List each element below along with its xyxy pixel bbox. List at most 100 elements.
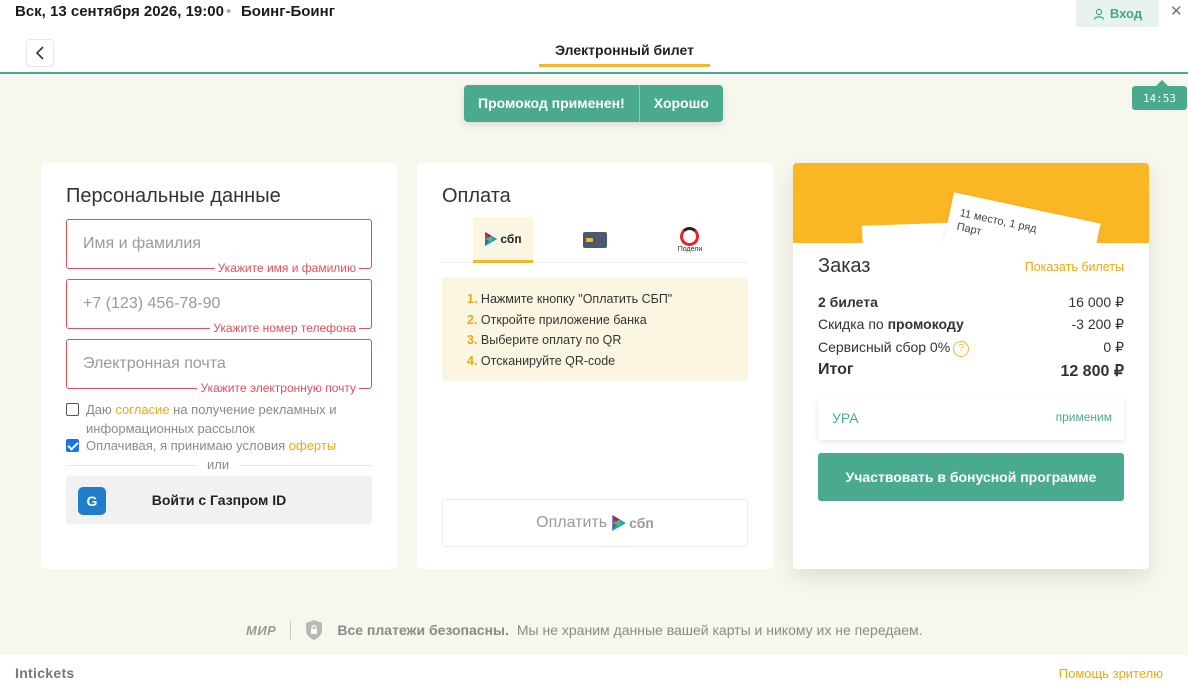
- user-icon: [1093, 8, 1105, 20]
- sbp-icon: [485, 231, 498, 246]
- offer-row: Оплачивая, я принимаю условия оферты: [66, 436, 372, 455]
- toast-ok-button[interactable]: Хорошо: [640, 85, 723, 122]
- step-1-text: Нажмите кнопку "Оплатить СБП": [480, 292, 673, 306]
- step-2-text: Откройте приложение банка: [480, 312, 647, 327]
- offer-text: Оплачивая, я принимаю условия оферты: [66, 436, 372, 455]
- toast-message: Промокод применен!: [478, 95, 625, 111]
- discount-label: Скидка по промокоду: [818, 316, 964, 333]
- event-name: Боинг-Боинг: [241, 3, 335, 20]
- security-bold: Все платежи безопасны.: [337, 622, 509, 638]
- brand-logo[interactable]: Intickets: [15, 665, 75, 681]
- tab-electronic-ticket[interactable]: Электронный билет: [539, 42, 710, 67]
- tickets-value: 16 000 ₽: [1068, 294, 1124, 310]
- step-4-number: 4.: [467, 353, 478, 368]
- phone-error: Укажите номер телефона: [210, 321, 359, 335]
- tab-podeli[interactable]: Подели: [660, 217, 720, 263]
- step-2: 2. Откройте приложение банка: [467, 310, 748, 331]
- sbp-label: сбп: [500, 231, 522, 246]
- step-3-text: Выберите оплату по QR: [480, 333, 622, 347]
- payment-method-tabs: сбп Подели: [442, 217, 748, 263]
- fee-label: Сервисный сбор 0%?: [818, 339, 970, 357]
- step-1-number: 1.: [467, 292, 478, 306]
- offer-prefix: Оплачивая, я принимаю условия: [86, 438, 289, 453]
- email-error: Укажите электронную почту: [197, 381, 359, 395]
- fee-value: 0 ₽: [1103, 339, 1124, 355]
- offer-checkbox[interactable]: [66, 439, 79, 452]
- order-row-fee: Сервисный сбор 0%? 0 ₽: [818, 339, 1124, 357]
- bank-card-icon: [583, 232, 607, 248]
- order-title: Заказ: [818, 255, 871, 277]
- order-row-total: Итог 12 800 ₽: [818, 361, 1124, 381]
- sbp-icon: [612, 515, 626, 531]
- countdown-timer: 14:53: [1132, 80, 1187, 110]
- sbp-instructions: 1. Нажмите кнопку "Оплатить СБП" 2. Откр…: [442, 277, 748, 381]
- discount-value: -3 200 ₽: [1071, 316, 1125, 332]
- payment-title: Оплата: [442, 185, 511, 207]
- pay-brand: сбп: [629, 515, 654, 531]
- consent-link[interactable]: согласие: [115, 402, 169, 417]
- step-3: 3. Выберите оплату по QR: [467, 330, 748, 351]
- personal-title: Персональные данные: [66, 185, 281, 207]
- personal-data-card: Персональные данные Укажите имя и фамили…: [41, 163, 397, 569]
- promo-code-box[interactable]: УРА применим: [818, 396, 1124, 440]
- order-card: 11 место, 1 ряд Парт Заказ Показать биле…: [793, 163, 1149, 569]
- promo-toast: Промокод применен! Хорошо: [464, 85, 723, 122]
- phone-field: Укажите номер телефона: [66, 279, 372, 335]
- email-field: Укажите электронную почту: [66, 339, 372, 395]
- tab-sbp[interactable]: сбп: [473, 217, 533, 263]
- footer: Intickets Помощь зрителю: [0, 655, 1188, 687]
- close-icon[interactable]: ✕: [1170, 2, 1183, 20]
- sbp-logo: сбп: [484, 231, 522, 247]
- tickets-label: 2 билета: [818, 294, 878, 310]
- shield-lock-icon: [306, 620, 323, 640]
- pay-sbp-logo: сбп: [611, 514, 654, 532]
- total-label: Итог: [818, 361, 854, 378]
- login-button[interactable]: Вход: [1076, 0, 1159, 27]
- order-body: Заказ Показать билеты 2 билета 16 000 ₽ …: [793, 243, 1149, 569]
- payment-card: Оплата сбп Подели 1. Нажмите кнопку "Опл…: [417, 163, 773, 569]
- tab-card[interactable]: [565, 217, 625, 263]
- name-error: Укажите имя и фамилию: [214, 261, 359, 275]
- promo-code-value: УРА: [832, 410, 859, 426]
- back-button[interactable]: [26, 39, 54, 67]
- question-icon[interactable]: ?: [953, 341, 970, 357]
- order-row-discount: Скидка по промокоду -3 200 ₽: [818, 316, 1124, 333]
- order-row-tickets: 2 билета 16 000 ₽: [818, 294, 1124, 311]
- event-date: Вск, 13 сентября 2026, 19:00: [15, 3, 224, 20]
- pay-sbp-button[interactable]: Оплатить сбп: [442, 499, 748, 547]
- podeli-icon: [680, 227, 700, 246]
- step-4: 4. Отсканируйте QR-code: [467, 351, 748, 372]
- main-area: Промокод применен! Хорошо 14:53 Персонал…: [0, 76, 1188, 655]
- security-notice: МИР Все платежи безопасны. Мы не храним …: [246, 619, 923, 641]
- step-3-number: 3.: [467, 333, 478, 347]
- offer-link[interactable]: оферты: [289, 438, 336, 453]
- order-banner: 11 место, 1 ряд Парт: [793, 163, 1149, 312]
- fee-label-text: Сервисный сбор 0%: [818, 339, 951, 355]
- top-bar: Вск, 13 сентября 2026, 19:00 • Боинг-Бои…: [0, 0, 1188, 30]
- gazprom-id-button[interactable]: G Войти с Газпром ID: [66, 476, 372, 524]
- step-2-number: 2.: [467, 312, 478, 327]
- promo-status: применим: [1055, 410, 1112, 424]
- total-value: 12 800 ₽: [1060, 363, 1124, 380]
- consent-row: Даю согласие на получение рекламных и ин…: [66, 400, 372, 438]
- discount-label-bold: промокоду: [887, 316, 964, 332]
- consent-prefix: Даю: [86, 402, 116, 417]
- mir-logo: МИР: [246, 622, 277, 638]
- nav-bar: Электронный билет: [0, 30, 1188, 74]
- podeli-logo: Подели: [677, 227, 703, 253]
- gazprom-label: Войти с Газпром ID: [151, 492, 287, 508]
- consent-text: Даю согласие на получение рекламных и ин…: [66, 400, 372, 438]
- step-4-text: Отсканируйте QR-code: [480, 353, 616, 368]
- help-link[interactable]: Помощь зрителю: [1059, 666, 1163, 681]
- or-label: или: [197, 457, 240, 472]
- header-separator: •: [226, 3, 232, 20]
- step-1: 1. Нажмите кнопку "Оплатить СБП": [467, 289, 748, 310]
- login-label: Вход: [1109, 6, 1143, 21]
- security-divider: [290, 621, 292, 639]
- podeli-label: Подели: [677, 246, 703, 253]
- bonus-program-button[interactable]: Участвовать в бонусной программе: [818, 453, 1124, 501]
- consent-checkbox[interactable]: [66, 403, 79, 416]
- pay-label: Оплатить: [536, 514, 608, 531]
- show-tickets-link[interactable]: Показать билеты: [1025, 260, 1124, 274]
- security-text: Мы не храним данные вашей карты и никому…: [516, 622, 923, 638]
